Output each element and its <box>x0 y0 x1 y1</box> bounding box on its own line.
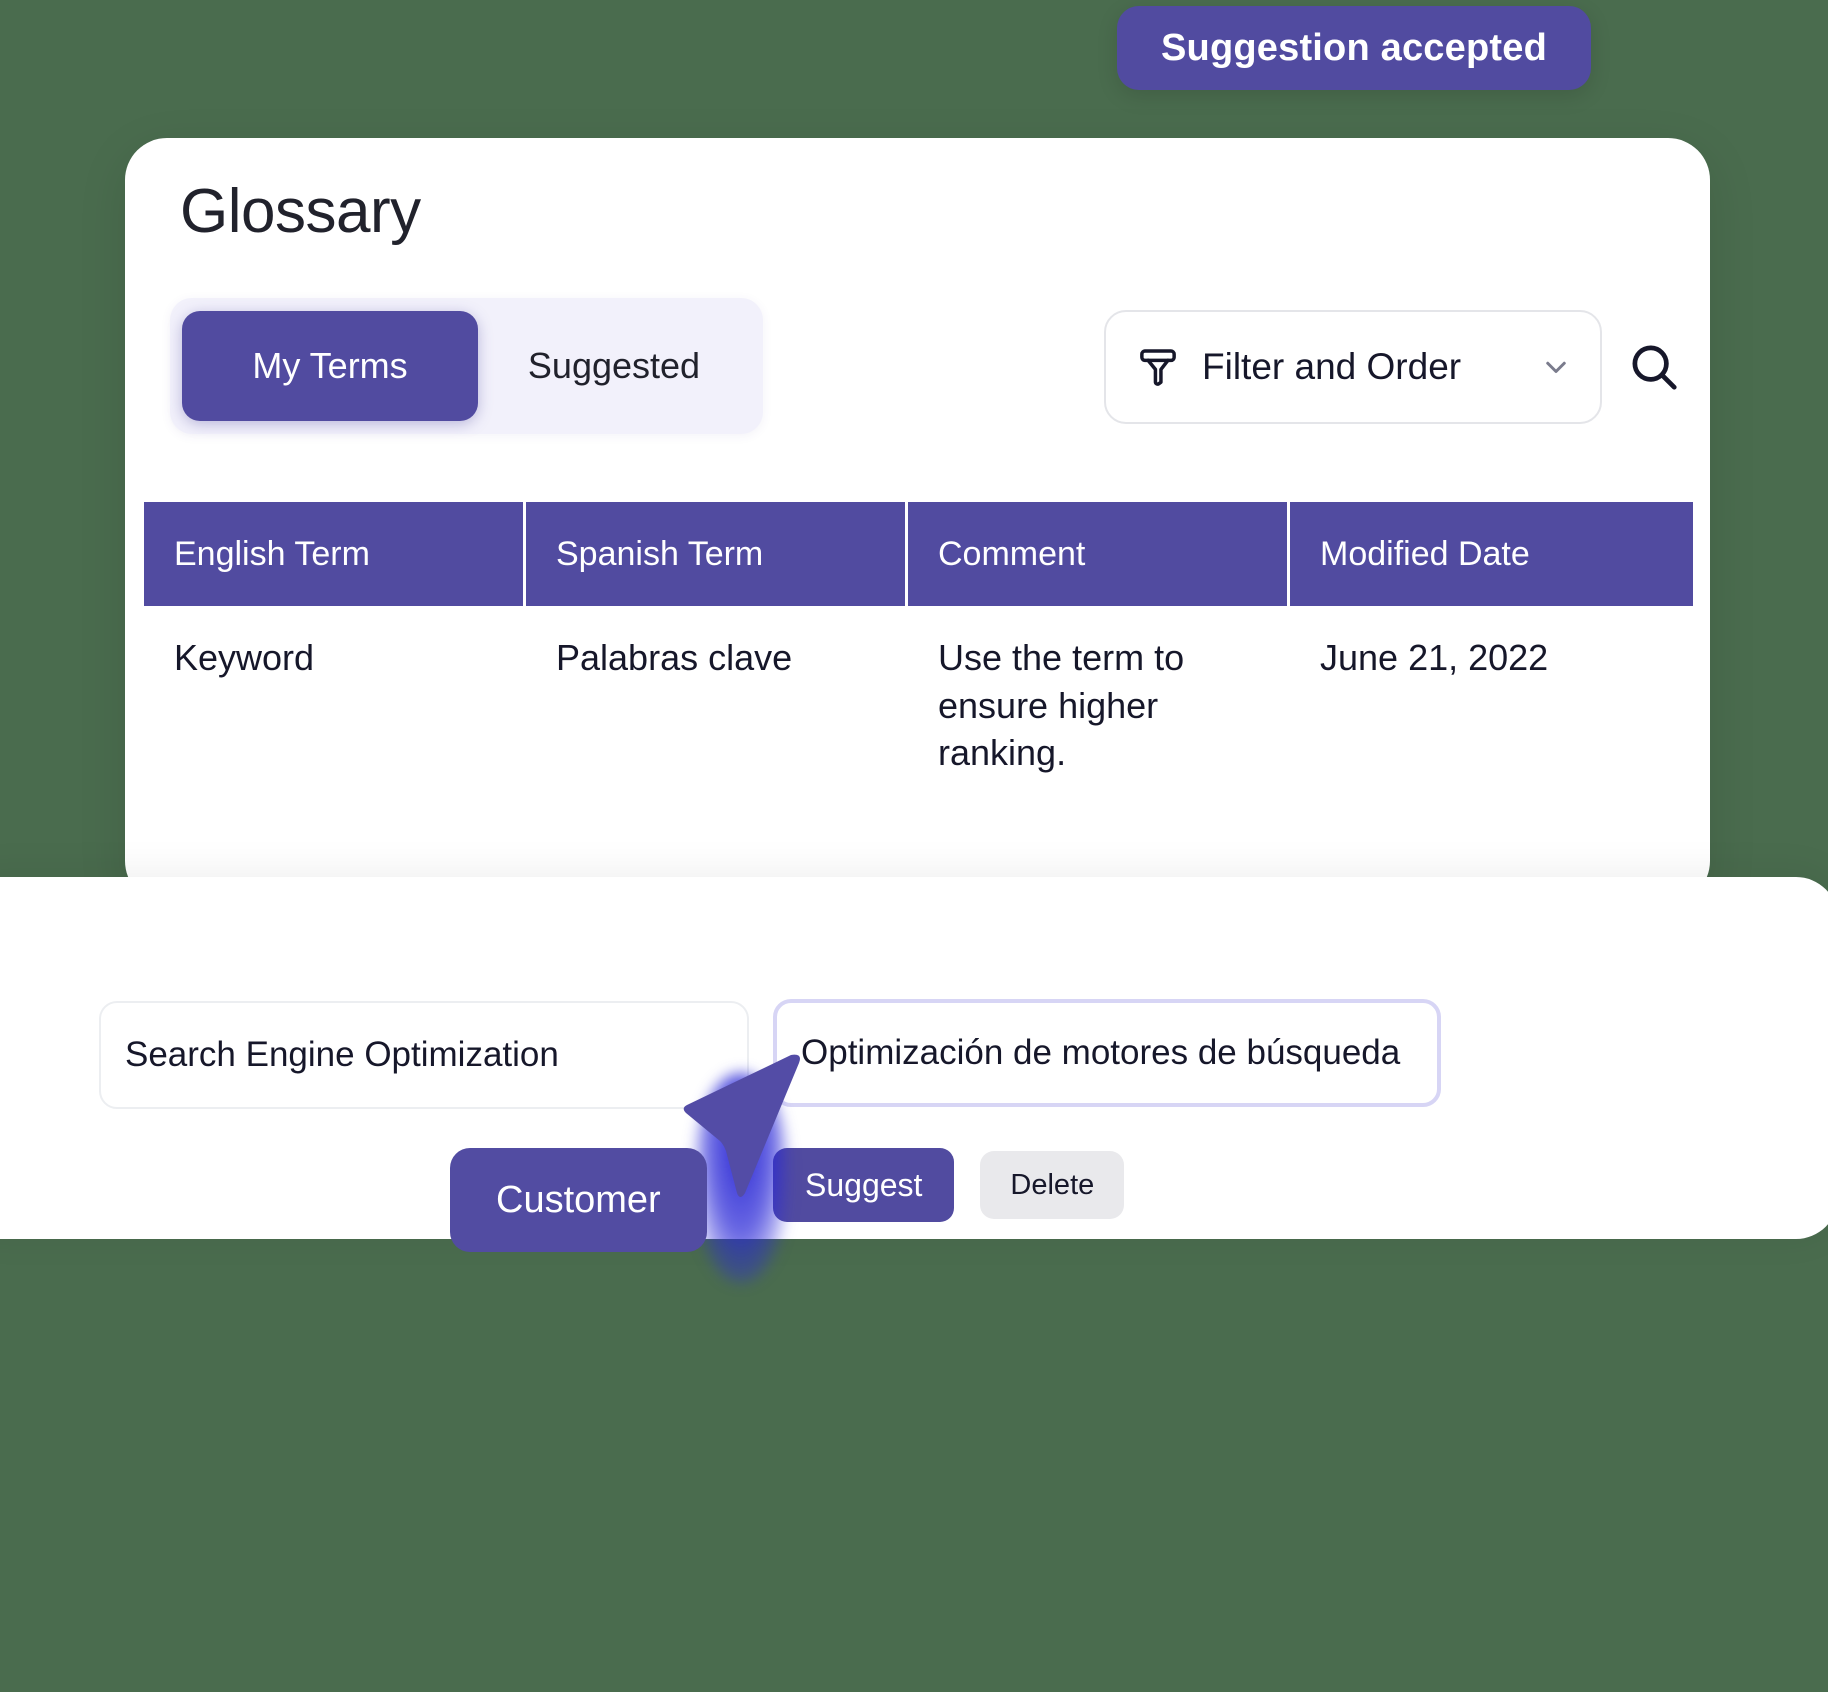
table-row[interactable]: Keyword Palabras clave Use the term to e… <box>144 606 1693 777</box>
filter-and-order-dropdown[interactable]: Filter and Order <box>1104 310 1602 424</box>
column-header-modified-date[interactable]: Modified Date <box>1290 502 1693 606</box>
glossary-card: Glossary My Terms Suggested Filter and O… <box>125 138 1710 903</box>
cell-spanish-term: Palabras clave <box>556 637 793 678</box>
search-icon <box>1632 345 1677 390</box>
status-badge-suggestion-accepted: Suggestion accepted <box>1117 6 1591 90</box>
editor-button-row: Suggest Delete <box>773 1148 1125 1222</box>
table-header-row: English Term Spanish Term Comment Modifi… <box>144 502 1693 606</box>
column-header-spanish-term[interactable]: Spanish Term <box>526 502 908 606</box>
search-button[interactable] <box>1626 339 1682 395</box>
toolbar-filter-search: Filter and Order <box>1104 310 1682 424</box>
tab-my-terms[interactable]: My Terms <box>182 311 478 421</box>
english-term-input[interactable]: Search Engine Optimization <box>99 1001 749 1109</box>
tab-group: My Terms Suggested <box>170 298 763 434</box>
tab-suggested[interactable]: Suggested <box>478 311 750 421</box>
cell-english-term: Keyword <box>174 637 315 678</box>
column-header-english-term[interactable]: English Term <box>144 502 526 606</box>
filter-and-order-label: Filter and Order <box>1202 346 1462 387</box>
suggest-button[interactable]: Suggest <box>773 1148 955 1222</box>
cell-modified-date: June 21, 2022 <box>1320 637 1549 678</box>
page-title: Glossary <box>180 177 421 246</box>
filter-funnel-icon <box>1140 349 1176 386</box>
delete-button[interactable]: Delete <box>980 1151 1125 1219</box>
spanish-term-input[interactable]: Optimización de motores de búsqueda <box>773 999 1441 1107</box>
column-header-comment[interactable]: Comment <box>908 502 1290 606</box>
chevron-down-icon <box>1546 361 1566 373</box>
cell-comment: Use the term to ensure higher ranking. <box>938 637 1185 774</box>
persona-label-customer: Customer <box>450 1148 707 1252</box>
glossary-table: English Term Spanish Term Comment Modifi… <box>144 502 1693 777</box>
